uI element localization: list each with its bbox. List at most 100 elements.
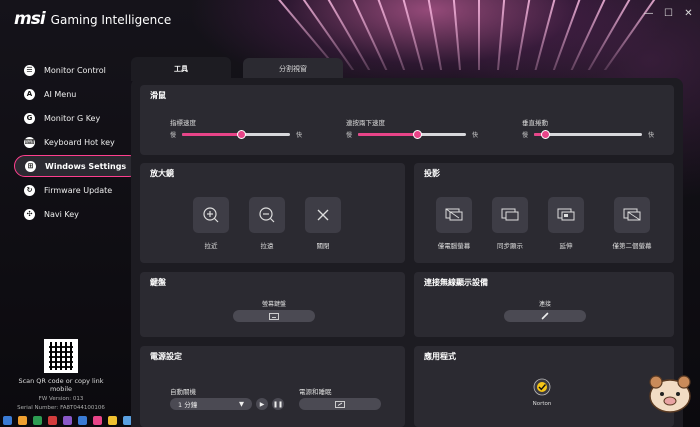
nav-item-label: Monitor Control [44, 65, 106, 75]
keyboard-icon [269, 312, 279, 320]
slider-label: 連按兩下速度 [346, 119, 385, 127]
auto-shutdown-value: 1 分鐘 [178, 401, 198, 409]
monitor-icon: ☰ [24, 64, 35, 76]
slider-thumb[interactable] [540, 130, 550, 139]
sidebar-item-firmware-update[interactable]: ↻ Firmware Update [14, 178, 140, 202]
main-panel: 滑鼠 指標速度 慢 快 連按兩下速度 慢 快 垂直捲動 慢 快 放大鏡 拉近 拉… [131, 78, 683, 427]
qr-scan-text: Scan QR code or copy link mobile [18, 377, 104, 393]
mascot-sticker [649, 375, 691, 413]
taskbar-app-icon[interactable] [18, 415, 27, 425]
keyboard-section: 鍵盤 螢幕鍵盤 [140, 272, 405, 337]
button-label: 僅電腦螢幕 [437, 242, 471, 250]
button-label: 關閉 [316, 242, 330, 250]
background-ray [400, 0, 434, 70]
minimize-button[interactable]: — [643, 8, 654, 19]
zoom-in-button[interactable]: 拉近 [193, 197, 229, 250]
serial-number: Serial Number: FA8T044100106 [17, 405, 105, 411]
wireless-display-section: 連接無線顯示設備 連接 [414, 272, 674, 337]
qr-code[interactable] [44, 339, 78, 373]
slider-track[interactable] [358, 130, 467, 139]
second-screen-only-button[interactable]: 僅第二個螢幕 [602, 197, 662, 250]
sidebar-nav: ☰ Monitor Control A AI Menu G Monitor G … [14, 58, 140, 226]
slider-label: 垂直捲動 [522, 119, 548, 127]
connect-button[interactable] [504, 310, 586, 322]
open-settings-icon [335, 400, 345, 408]
background-ray [426, 0, 449, 70]
duplicate-button[interactable]: 同步顯示 [490, 197, 530, 250]
slider-min-label: 慢 [346, 132, 353, 139]
slider-track[interactable] [534, 130, 643, 139]
pointer-speed-slider[interactable]: 指標速度 慢 快 [170, 117, 302, 139]
tab-tools[interactable]: 工具 [131, 57, 231, 81]
apps-section: 應用程式 Norton [414, 346, 674, 427]
sidebar-item-keyboard-hot-key[interactable]: ⌨ Keyboard Hot key [14, 130, 140, 154]
slider-fill [182, 133, 242, 136]
nav-item-label: Firmware Update [44, 185, 113, 195]
taskbar-app-icon[interactable] [3, 415, 12, 425]
pause-button[interactable]: ❚❚ [272, 398, 284, 410]
app-logo: msi Gaming Intelligence [14, 9, 171, 29]
window-controls: — ☐ ✕ [643, 8, 694, 19]
firmware-icon: ↻ [24, 184, 35, 196]
double-click-speed-slider[interactable]: 連按兩下速度 慢 快 [346, 117, 478, 139]
zoom-in-icon [203, 207, 219, 223]
auto-shutdown-select[interactable]: 1 分鐘 ▼ [170, 398, 252, 410]
g-key-icon: G [24, 112, 35, 124]
norton-icon [533, 378, 551, 396]
section-title: 滑鼠 [150, 91, 166, 100]
pc-screen-only-button[interactable]: 僅電腦螢幕 [434, 197, 474, 250]
play-button[interactable]: ▶ [256, 398, 268, 410]
slider-label: 指標速度 [170, 119, 196, 127]
button-label: 僅第二個螢幕 [612, 242, 652, 250]
navi-key-icon: ✣ [24, 208, 35, 220]
slider-fill [358, 133, 418, 136]
taskbar-app-icon[interactable] [63, 415, 72, 425]
firmware-version: FW Version: 013 [38, 396, 84, 402]
link-icon [541, 312, 549, 320]
slider-thumb[interactable] [237, 130, 247, 139]
extend-button[interactable]: 延伸 [546, 197, 586, 250]
app-item-norton[interactable]: Norton [525, 378, 559, 407]
extend-icon [557, 208, 575, 221]
sidebar-item-monitor-control[interactable]: ☰ Monitor Control [14, 58, 140, 82]
zoom-out-button[interactable]: 拉遠 [249, 197, 285, 250]
nav-item-label: AI Menu [44, 89, 77, 99]
slider-track[interactable] [182, 130, 291, 139]
sidebar-item-navi-key[interactable]: ✣ Navi Key [14, 202, 140, 226]
taskbar-app-icon[interactable] [93, 415, 102, 425]
nav-item-label: Keyboard Hot key [44, 137, 115, 147]
background-ray [452, 0, 465, 70]
vertical-scroll-slider[interactable]: 垂直捲動 慢 快 [522, 117, 654, 139]
taskbar-app-icon[interactable] [78, 415, 87, 425]
power-sleep-button[interactable] [299, 398, 381, 410]
taskbar-app-icon[interactable] [108, 415, 117, 425]
duplicate-icon [501, 208, 519, 221]
maximize-button[interactable]: ☐ [663, 8, 674, 19]
power-sleep-label: 電源和睡眠 [299, 388, 332, 396]
nav-item-label: Navi Key [44, 209, 79, 219]
mouse-section: 滑鼠 指標速度 慢 快 連按兩下速度 慢 快 垂直捲動 慢 快 [140, 85, 674, 155]
section-title: 投影 [424, 169, 440, 178]
slider-thumb[interactable] [413, 130, 423, 139]
auto-shutdown-label: 自動關機 [170, 388, 196, 396]
close-window-button[interactable]: ✕ [683, 8, 694, 19]
section-title: 放大鏡 [150, 169, 174, 178]
slider-max-label: 快 [648, 132, 655, 139]
section-title: 應用程式 [424, 352, 456, 361]
sidebar-item-monitor-g-key[interactable]: G Monitor G Key [14, 106, 140, 130]
connect-label: 連接 [538, 301, 551, 308]
pc-screen-only-icon [445, 208, 463, 221]
brand-logo: msi [14, 9, 46, 29]
power-section: 電源設定 自動關機 1 分鐘 ▼ ▶ ❚❚ 電源和睡眠 [140, 346, 405, 427]
app-label: Norton [532, 401, 552, 407]
ai-icon: A [24, 88, 35, 100]
sidebar-item-ai-menu[interactable]: A AI Menu [14, 82, 140, 106]
tab-split-window[interactable]: 分割視窗 [243, 58, 343, 79]
close-magnifier-button[interactable]: 關閉 [305, 197, 341, 250]
slider-min-label: 慢 [170, 132, 177, 139]
play-icon: ▶ [259, 400, 265, 408]
sidebar-item-windows-settings[interactable]: ⊞ Windows Settings [14, 155, 140, 177]
taskbar-app-icon[interactable] [33, 415, 42, 425]
taskbar-app-icon[interactable] [48, 415, 57, 425]
screen-keyboard-button[interactable] [233, 310, 315, 322]
